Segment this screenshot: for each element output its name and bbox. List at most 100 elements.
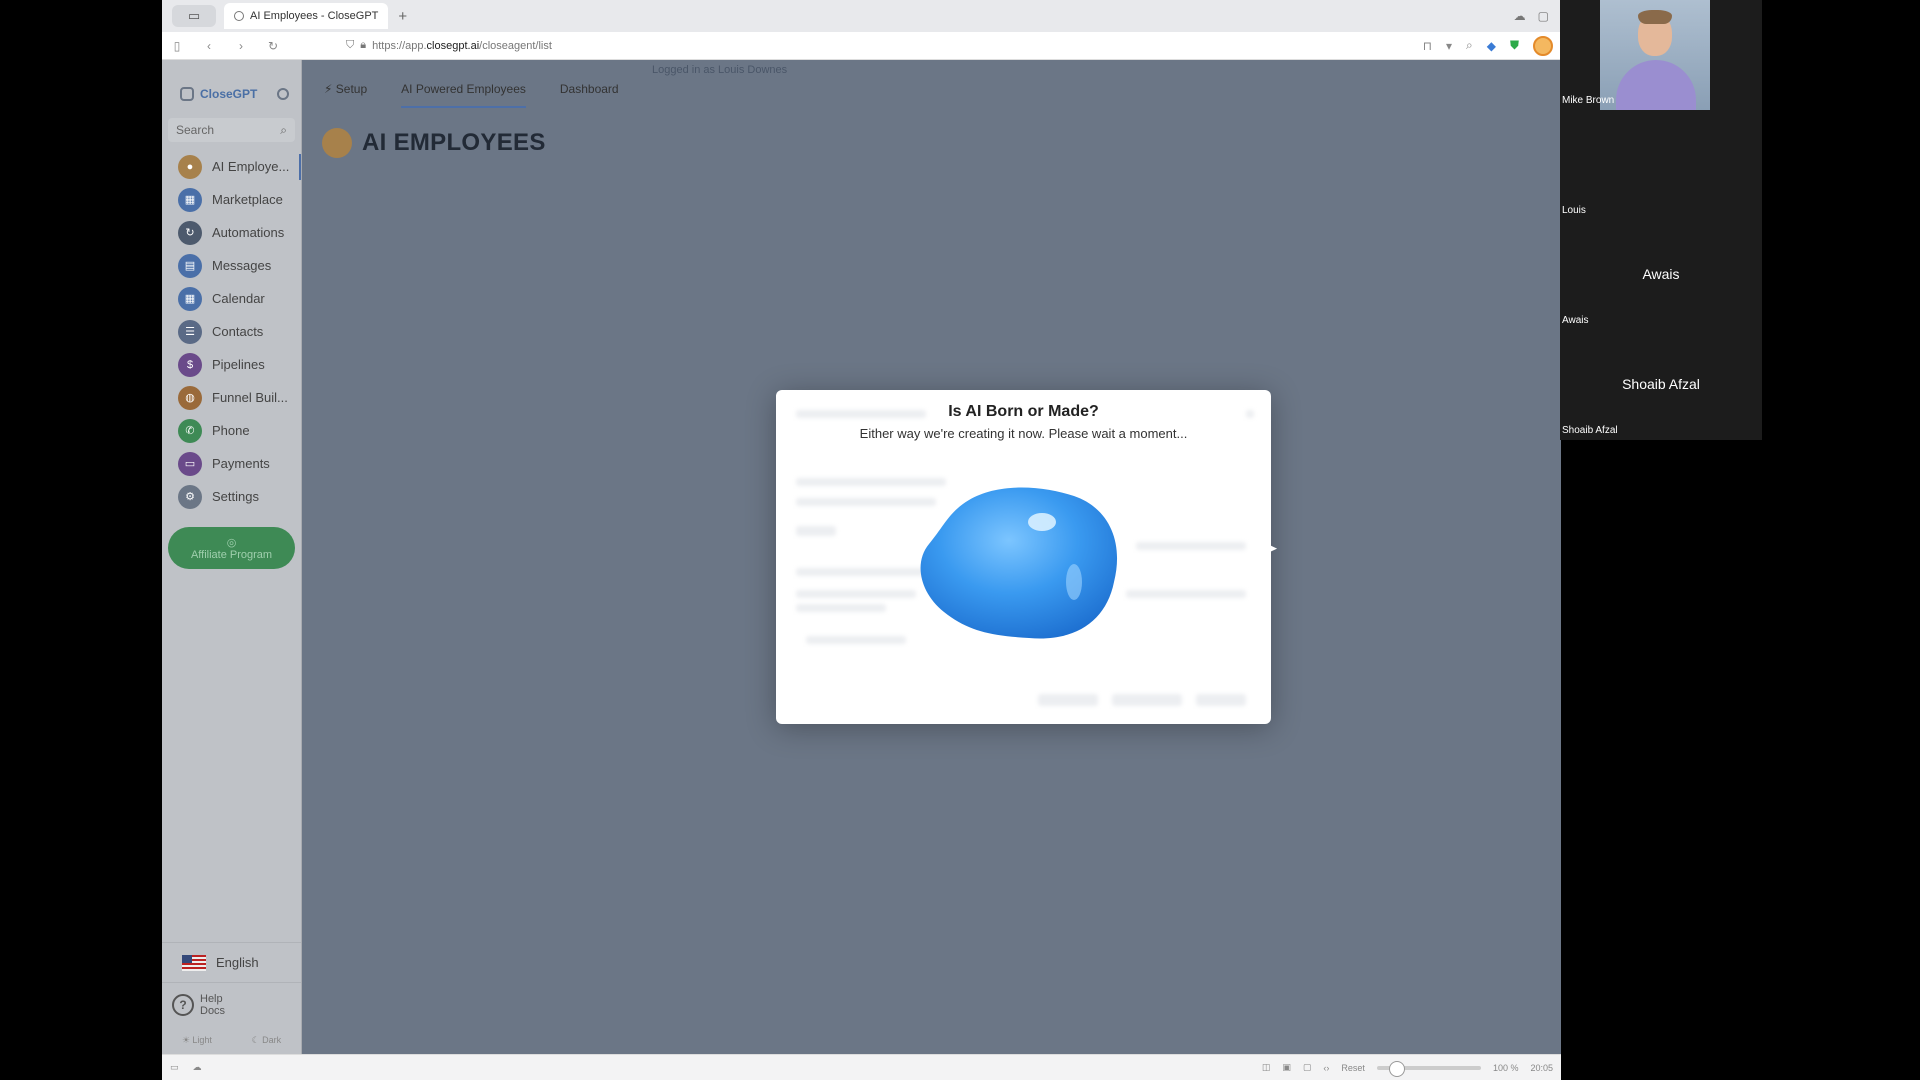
reload-icon[interactable]: ↻ xyxy=(266,39,280,53)
sidebar-item-label: Funnel Buil... xyxy=(212,390,288,405)
code-icon[interactable]: ‹› xyxy=(1323,1063,1329,1073)
chevron-down-icon[interactable]: ▾ xyxy=(1446,39,1452,53)
sidebar-icon: ▭ xyxy=(187,8,201,23)
zoom-level: 100 % xyxy=(1492,1062,1519,1073)
tab-setup[interactable]: ⚡︎ Setup xyxy=(324,82,367,108)
language-label: English xyxy=(216,955,259,970)
sidebar-item-card[interactable]: ▭ Payments xyxy=(162,447,301,480)
tab-ai-powered-employees[interactable]: AI Powered Employees xyxy=(401,82,526,108)
sidebar-item-chat[interactable]: ▤ Messages xyxy=(162,249,301,282)
page-title: AI EMPLOYEES xyxy=(322,128,546,158)
help-label: Help xyxy=(200,992,223,1005)
tab-title: AI Employees - CloseGPT xyxy=(250,10,379,22)
shield-icon: ⛉ xyxy=(346,39,355,51)
participant-tile-label: Awais xyxy=(1642,266,1680,282)
profile-avatar[interactable] xyxy=(1533,35,1553,56)
help-docs-link[interactable]: ? Help Docs xyxy=(162,982,301,1026)
affiliate-program-button[interactable]: ◎ Affiliate Program xyxy=(168,527,295,569)
window-icon[interactable]: ▢ xyxy=(1538,9,1549,23)
sidebar-item-gear[interactable]: ⚙ Settings xyxy=(162,480,301,513)
help-icon: ? xyxy=(172,993,194,1016)
cloud-icon[interactable]: ☁ xyxy=(193,1062,202,1073)
modal-title: Is AI Born or Made? xyxy=(948,403,1099,420)
page-title-text: AI EMPLOYEES xyxy=(362,129,546,156)
new-tab-button[interactable]: + xyxy=(398,8,407,25)
sidebar-item-label: Marketplace xyxy=(212,192,283,207)
language-selector[interactable]: English xyxy=(162,942,301,982)
participant-tile-awais[interactable]: Awais Awais xyxy=(1560,220,1762,330)
sidebar-item-label: AI Employe... xyxy=(212,159,290,174)
app-sidebar: CloseGPT Search ⌕ ● AI Employe... ▦ Marketp… xyxy=(162,60,302,1054)
clock: 20:05 xyxy=(1530,1062,1553,1073)
record-icon[interactable] xyxy=(277,88,290,100)
sidebar-item-calendar[interactable]: ▦ Calendar xyxy=(162,282,301,315)
cloud-icon[interactable]: ☁ xyxy=(1514,9,1526,23)
theme-toggle: ☀ Light ☾ Dark xyxy=(162,1026,301,1054)
sidebar-item-cycle[interactable]: ↻ Automations xyxy=(162,216,301,249)
shield-extension-icon[interactable]: ⛊ xyxy=(1510,38,1519,53)
card-icon: ▭ xyxy=(178,451,202,476)
tab-bar: ▭ AI Employees - CloseGPT + ☁ ▢ xyxy=(162,0,1561,32)
participant-tile-label: Shoaib Afzal xyxy=(1622,376,1700,392)
affiliate-icon: ◎ xyxy=(226,536,237,549)
bookmark-icon[interactable]: ⊓ xyxy=(1423,39,1432,53)
sidebar-item-label: Phone xyxy=(212,423,250,438)
participant-tile-mike[interactable]: Mike Brown xyxy=(1560,0,1762,110)
search-placeholder: Search xyxy=(176,123,215,137)
store-icon: ▦ xyxy=(178,187,202,212)
screen: ▭ AI Employees - CloseGPT + ☁ ▢ ▯ ‹ › ↻ … xyxy=(0,0,1920,1080)
loading-modal: Is AI Born or Made? Either way we're cre… xyxy=(776,390,1271,724)
affiliate-label: Affiliate Program xyxy=(190,548,273,561)
back-icon[interactable]: ‹ xyxy=(202,39,216,53)
participant-photo xyxy=(1600,0,1710,110)
sidebar-item-label: Settings xyxy=(212,489,259,504)
sidebar-item-label: Pipelines xyxy=(212,357,265,372)
sidebar-item-contact[interactable]: ☰ Contacts xyxy=(162,315,301,348)
zoom-slider[interactable] xyxy=(1376,1060,1481,1077)
docs-label: Docs xyxy=(200,1004,226,1017)
phone-icon: ✆ xyxy=(178,418,202,443)
brand[interactable]: CloseGPT xyxy=(162,60,301,110)
sidebar-item-label: Automations xyxy=(212,225,285,240)
camera-icon[interactable]: ◫ xyxy=(1262,1062,1271,1073)
globe-icon: ◍ xyxy=(178,385,202,410)
sidebar-item-label: Calendar xyxy=(212,291,265,306)
url-field[interactable]: ⛉ 🔒︎ https://app.closegpt.ai/closeagent/… xyxy=(346,39,552,52)
sidebar-item-phone[interactable]: ✆ Phone xyxy=(162,414,301,447)
pin-icon: ● xyxy=(178,154,202,179)
brand-logo-icon xyxy=(180,87,194,101)
sidebar-item-pin[interactable]: ● AI Employe... xyxy=(162,150,301,183)
extension-icon[interactable]: ◆ xyxy=(1487,39,1496,53)
dark-theme-button[interactable]: ☾ Dark xyxy=(252,1035,282,1046)
tab-dashboard[interactable]: Dashboard xyxy=(560,82,619,108)
logged-in-text: Logged in as Louis Downes xyxy=(652,64,788,76)
contact-icon: ☰ xyxy=(178,319,202,344)
panel-icon[interactable]: ▯ xyxy=(170,39,184,53)
reset-zoom-button[interactable]: Reset xyxy=(1341,1063,1365,1073)
participant-tile-louis[interactable]: Louis xyxy=(1560,110,1762,220)
sidebar-item-store[interactable]: ▦ Marketplace xyxy=(162,183,301,216)
sidebar-search[interactable]: Search ⌕ xyxy=(168,118,295,142)
modal-subtitle: Either way we're creating it now. Please… xyxy=(859,426,1188,441)
browser-tab[interactable]: AI Employees - CloseGPT xyxy=(224,3,389,29)
sidebar-item-label: Messages xyxy=(212,258,272,273)
frame-icon[interactable]: ▢ xyxy=(1303,1062,1312,1073)
search-icon[interactable]: ⌕ xyxy=(1466,38,1473,53)
light-theme-button[interactable]: ☀ Light xyxy=(182,1035,212,1046)
panel-icon[interactable]: ▭ xyxy=(170,1062,179,1073)
forward-icon[interactable]: › xyxy=(234,39,248,53)
loading-blob-icon xyxy=(920,487,1118,639)
sidebar-item-label: Payments xyxy=(212,456,270,471)
participant-name: Louis xyxy=(1562,205,1586,216)
wand-icon: ⚡︎ xyxy=(324,82,333,96)
mouse-cursor-icon: ➤ xyxy=(1266,540,1278,556)
participant-name: Awais xyxy=(1562,315,1589,326)
search-icon: ⌕ xyxy=(280,122,287,137)
address-bar: ▯ ‹ › ↻ ⛉ 🔒︎ https://app.closegpt.ai/clo… xyxy=(162,32,1561,60)
image-icon[interactable]: ▣ xyxy=(1282,1062,1291,1073)
sidebar-item-globe[interactable]: ◍ Funnel Buil... xyxy=(162,381,301,414)
lock-icon: 🔒︎ xyxy=(360,39,367,51)
sidebar-toggle-button[interactable]: ▭ xyxy=(172,5,216,27)
participant-tile-shoaib[interactable]: Shoaib Afzal Shoaib Afzal xyxy=(1560,330,1762,440)
sidebar-item-dollar[interactable]: $ Pipelines xyxy=(162,348,301,381)
